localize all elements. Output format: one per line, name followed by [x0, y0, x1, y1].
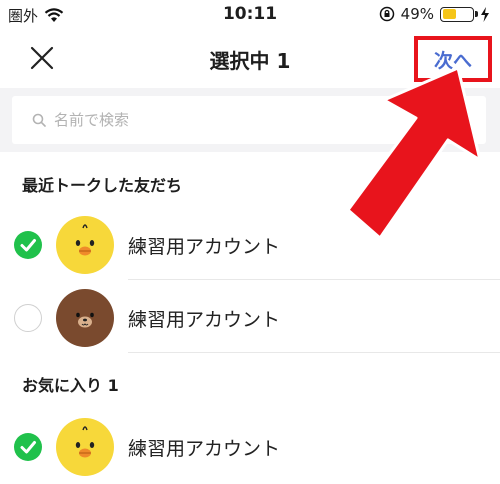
- charging-bolt-icon: [481, 6, 489, 22]
- row-divider: [128, 352, 500, 353]
- checkmark-icon: [20, 441, 36, 454]
- battery-icon: [440, 6, 478, 22]
- sally-chick-avatar: [56, 418, 114, 476]
- friend-name: 練習用アカウント: [128, 438, 281, 460]
- row-divider: [128, 279, 500, 280]
- sally-chick-avatar: [56, 216, 114, 274]
- checked-checkbox[interactable]: [14, 433, 42, 461]
- friend-row[interactable]: 練習用アカウント: [0, 283, 500, 353]
- brown-bear-avatar: [56, 289, 114, 347]
- friend-row[interactable]: 練習用アカウント: [0, 210, 500, 280]
- battery-fill: [442, 9, 457, 19]
- section-title-recent: 最近トークした友だち: [22, 176, 183, 195]
- next-button-label: 次へ: [433, 49, 472, 72]
- search-input[interactable]: [52, 110, 436, 130]
- status-right: 49%: [379, 5, 490, 23]
- search-box[interactable]: [12, 96, 486, 144]
- section-title-favorites: お気に入り 1: [22, 376, 119, 395]
- battery-percent: 49%: [400, 5, 434, 23]
- status-bar: 圏外 10:11 49%: [0, 0, 500, 30]
- friend-row[interactable]: 練習用アカウント: [0, 412, 500, 482]
- header: 選択中 1 次へ: [0, 30, 500, 88]
- orientation-lock-icon: [379, 6, 394, 22]
- friend-name: 練習用アカウント: [128, 236, 281, 258]
- search-icon: [32, 113, 46, 127]
- next-button[interactable]: 次へ: [414, 36, 492, 82]
- checked-checkbox[interactable]: [14, 231, 42, 259]
- friend-name: 練習用アカウント: [128, 309, 281, 331]
- unchecked-checkbox[interactable]: [14, 304, 42, 332]
- checkmark-icon: [20, 239, 36, 252]
- search-area: [0, 88, 500, 152]
